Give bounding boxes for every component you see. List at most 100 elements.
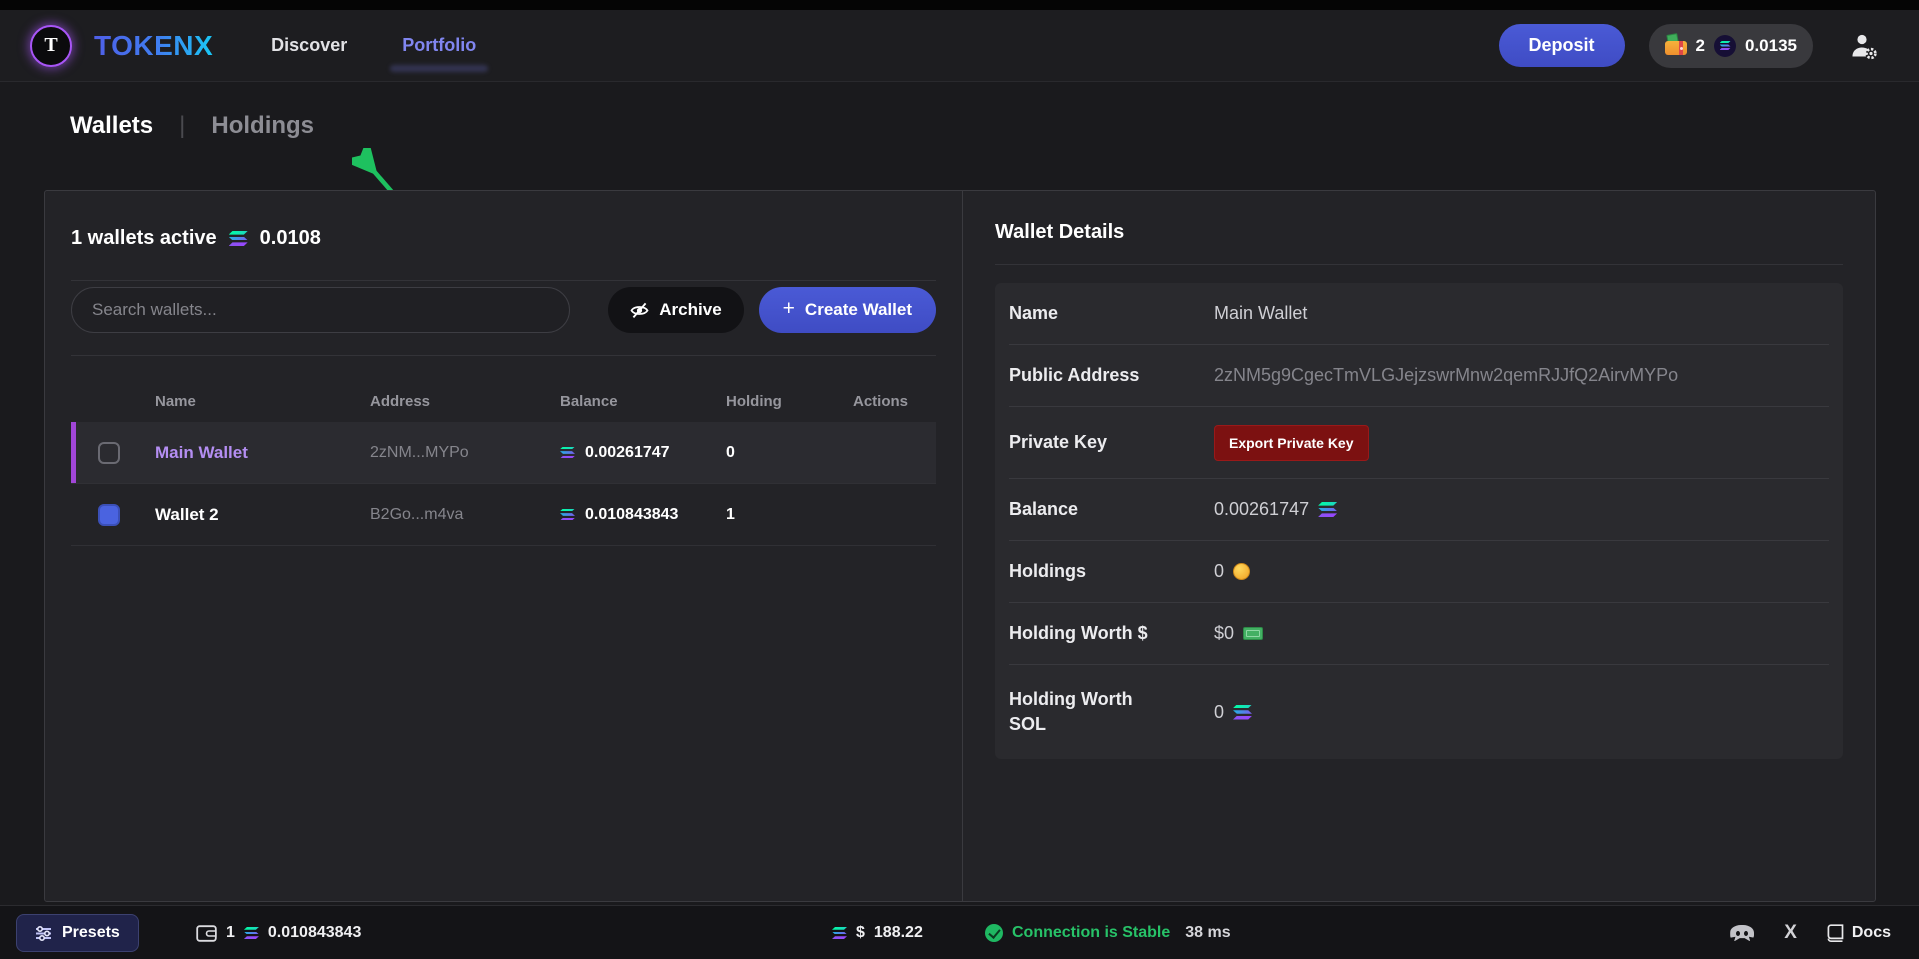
solana-icon	[560, 447, 575, 459]
docs-label: Docs	[1852, 924, 1891, 942]
divider	[71, 280, 936, 281]
detail-label: Name	[1009, 303, 1214, 324]
wallet-balance: 0.010843843	[585, 506, 678, 524]
divider	[995, 264, 1843, 265]
status-bar: Presets 1 0.010843843 $ 188.22 Connectio…	[0, 905, 1919, 959]
discord-icon[interactable]	[1730, 925, 1754, 942]
wallet-checkbox[interactable]	[98, 504, 120, 526]
solana-icon	[832, 927, 847, 939]
wallets-active-sol: 0.0108	[260, 227, 321, 250]
wallets-active-count: 1 wallets active	[71, 227, 217, 250]
detail-row-private-key: Private Key Export Private Key	[1009, 407, 1829, 479]
detail-row-worth-usd: Holding Worth $ $0	[1009, 603, 1829, 665]
wallet-name: Wallet 2	[155, 505, 370, 525]
wallet-holding: 1	[726, 506, 836, 524]
wallet-address: B2Go...m4va	[370, 506, 560, 524]
detail-label: Private Key	[1009, 432, 1214, 453]
detail-label: Balance	[1009, 499, 1214, 520]
solana-icon	[244, 927, 259, 939]
detail-label: Holding Worth SOL	[1009, 687, 1169, 737]
wallet-holding: 0	[726, 444, 836, 462]
wallet-icon	[1665, 36, 1687, 55]
wallet-sol-amount: 0.0135	[1745, 36, 1797, 56]
detail-label: Holding Worth $	[1009, 623, 1214, 644]
nav-link-discover[interactable]: Discover	[271, 35, 347, 56]
col-holding: Holding	[726, 393, 836, 410]
portfolio-main-panel: 1 wallets active 0.0108 Archive + Create…	[44, 190, 1876, 902]
x-twitter-icon[interactable]: X	[1784, 922, 1797, 944]
detail-value-worth-sol: 0	[1214, 702, 1224, 723]
solana-icon	[1318, 502, 1337, 517]
detail-row-name: Name Main Wallet	[1009, 283, 1829, 345]
active-wallet-chip: 1 0.010843843	[196, 906, 361, 959]
latency-value: 38 ms	[1185, 924, 1230, 942]
detail-row-holdings: Holdings 0	[1009, 541, 1829, 603]
table-row-main-wallet[interactable]: Main Wallet 2zNM...MYPo 0.00261747 0	[71, 422, 936, 484]
coin-icon	[1233, 563, 1250, 580]
account-settings-icon[interactable]	[1849, 31, 1879, 61]
tab-divider: |	[179, 112, 185, 140]
presets-button[interactable]: Presets	[16, 914, 139, 952]
detail-label: Holdings	[1009, 561, 1214, 582]
solana-icon	[560, 509, 575, 521]
logo-letter: T	[44, 34, 57, 57]
wallets-table-header: Name Address Balance Holding Actions	[71, 380, 936, 422]
plus-icon: +	[783, 297, 795, 321]
create-wallet-label: Create Wallet	[805, 300, 912, 320]
solana-icon	[229, 231, 248, 246]
detail-row-worth-sol: Holding Worth SOL 0	[1009, 665, 1829, 759]
details-title: Wallet Details	[995, 221, 1843, 244]
export-private-key-button[interactable]: Export Private Key	[1214, 425, 1369, 461]
app-logo[interactable]: T	[30, 25, 72, 67]
eye-off-icon	[630, 301, 649, 320]
wallet-address: 2zNM...MYPo	[370, 444, 560, 462]
sol-price-group: $ 188.22	[832, 906, 923, 959]
wallet-checkbox[interactable]	[98, 442, 120, 464]
archive-label: Archive	[659, 300, 721, 320]
solana-icon	[1233, 705, 1252, 720]
active-wallet-count: 1	[226, 924, 235, 942]
deposit-button[interactable]: Deposit	[1499, 24, 1625, 67]
connection-status: Connection is Stable	[1012, 924, 1170, 942]
connection-status-group: Connection is Stable 38 ms	[985, 906, 1231, 959]
wallets-controls: Archive + Create Wallet	[71, 287, 936, 333]
wallet-balance-badge[interactable]: 2 0.0135	[1649, 24, 1813, 68]
col-name: Name	[155, 393, 370, 410]
nav-right-group: Deposit 2 0.0135	[1499, 24, 1879, 68]
tab-wallets[interactable]: Wallets	[70, 112, 153, 140]
top-nav: T TOKENX Discover Portfolio Deposit 2 0.…	[0, 10, 1919, 82]
wallet-details-card: Name Main Wallet Public Address 2zNM5g9C…	[995, 283, 1843, 759]
table-row-wallet-2[interactable]: Wallet 2 B2Go...m4va 0.010843843 1	[71, 484, 936, 546]
wallets-table: Name Address Balance Holding Actions Mai…	[71, 380, 936, 546]
brand-title: TOKENX	[94, 30, 213, 62]
detail-label: Public Address	[1009, 365, 1214, 386]
detail-value-public-address: 2zNM5g9CgecTmVLGJejzswrMnw2qemRJJfQ2Airv…	[1214, 365, 1829, 386]
detail-value-holdings: 0	[1214, 561, 1224, 582]
presets-label: Presets	[62, 924, 120, 942]
money-bill-icon	[1243, 627, 1263, 640]
divider	[71, 355, 936, 356]
wallet-details-panel: Wallet Details Name Main Wallet Public A…	[962, 191, 1875, 901]
book-icon	[1827, 924, 1844, 943]
price-currency-symbol: $	[856, 924, 865, 942]
col-actions: Actions	[836, 393, 936, 410]
external-links-group: X Docs	[1730, 906, 1891, 959]
create-wallet-button[interactable]: + Create Wallet	[759, 287, 936, 333]
archive-button[interactable]: Archive	[608, 287, 743, 333]
wallet-name: Main Wallet	[155, 443, 370, 463]
wallet-outline-icon	[196, 925, 217, 942]
wallet-count: 2	[1696, 36, 1705, 56]
sliders-icon	[35, 925, 52, 942]
search-input[interactable]	[71, 287, 570, 333]
wallets-panel: 1 wallets active 0.0108 Archive + Create…	[45, 191, 962, 901]
detail-value-name: Main Wallet	[1214, 303, 1829, 324]
nav-link-portfolio[interactable]: Portfolio	[402, 35, 476, 56]
docs-link[interactable]: Docs	[1827, 924, 1891, 943]
tab-holdings[interactable]: Holdings	[211, 112, 314, 140]
active-wallet-sol: 0.010843843	[268, 924, 361, 942]
col-balance: Balance	[560, 393, 726, 410]
check-circle-icon	[985, 924, 1003, 942]
page-tabs: Wallets | Holdings	[70, 112, 314, 140]
solana-circle-icon	[1714, 35, 1736, 57]
detail-row-public-address: Public Address 2zNM5g9CgecTmVLGJejzswrMn…	[1009, 345, 1829, 407]
